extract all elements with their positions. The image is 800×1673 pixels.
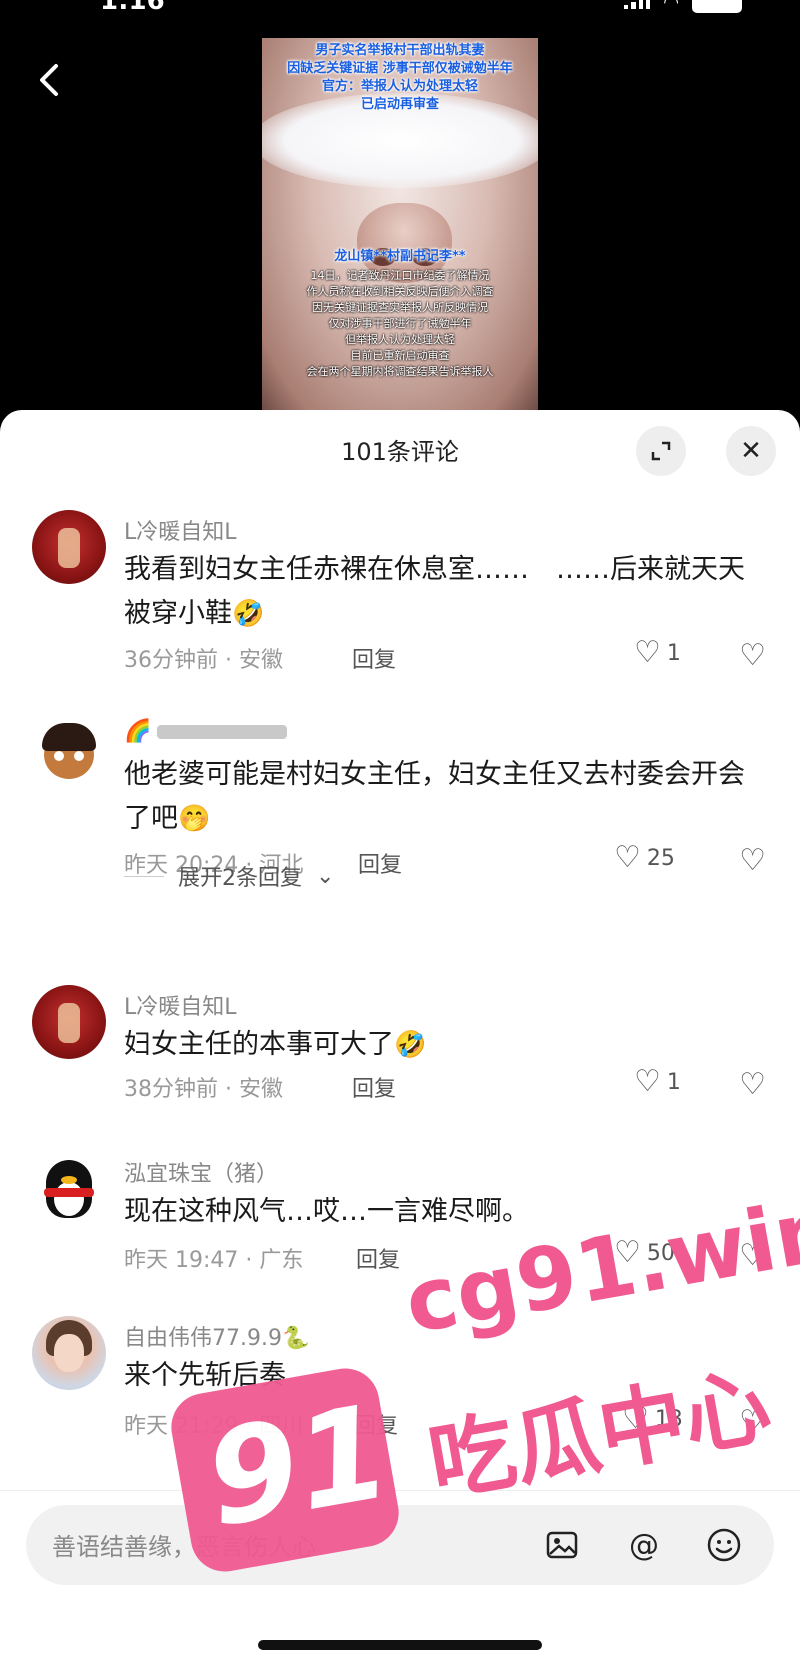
reply-button[interactable]: 回复 bbox=[358, 847, 402, 879]
heart-icon: ♡ bbox=[614, 840, 641, 875]
comment-text-content: 妇女主任的本事可大了 bbox=[124, 1029, 394, 1060]
comment-input-bar[interactable]: 善语结善缘，恶言伤人心 @ bbox=[26, 1505, 774, 1585]
video-body-1: 14日，记者致丹江口市纪委了解情况 bbox=[310, 269, 490, 282]
comment-text: 妇女主任的本事可大了🤣 bbox=[124, 1023, 754, 1067]
video-body-5: 但举报人认为处理太轻 bbox=[345, 333, 455, 346]
video-name-label: 龙山镇**村副书记李** bbox=[334, 249, 466, 264]
broken-heart-icon: ♡ bbox=[739, 843, 766, 878]
video-body-4: 仅对涉事干部进行了诫勉半年 bbox=[328, 317, 472, 330]
video-caption-4: 已启动再审查 bbox=[360, 97, 439, 112]
close-button[interactable]: ✕ bbox=[726, 426, 776, 476]
comment-username[interactable]: L冷暖自知L bbox=[124, 989, 237, 1021]
comment-meta: 38分钟前 · 安徽 bbox=[124, 1077, 283, 1102]
status-time: 1:16 bbox=[100, 0, 165, 16]
emoji-icon: 🤣 bbox=[394, 1030, 427, 1060]
comment-meta: 36分钟前 · 安徽 bbox=[124, 648, 283, 673]
video-caption-3: 官方：举报人认为处理太轻 bbox=[321, 79, 478, 94]
video-body-2: 作人员称在收到相关反映后便介入调查 bbox=[306, 285, 494, 298]
reply-button[interactable]: 回复 bbox=[356, 1242, 400, 1274]
emoji-icon: 🤣 bbox=[232, 599, 265, 629]
comment-text: 我看到妇女主任赤裸在休息室…… ……后来就天天被穿小鞋🤣 bbox=[124, 548, 754, 636]
like-count: 25 bbox=[646, 845, 675, 871]
chevron-left-icon bbox=[40, 64, 58, 96]
smiley-icon bbox=[707, 1528, 741, 1562]
watermark-logo: 91 bbox=[165, 1363, 405, 1577]
input-divider bbox=[0, 1490, 800, 1491]
comment-username[interactable]: L冷暖自知L bbox=[124, 514, 237, 546]
at-icon: @ bbox=[629, 1527, 659, 1563]
emoji-icon: 🤭 bbox=[178, 804, 211, 834]
wifi-icon: ◠ bbox=[664, 0, 678, 13]
dislike-button[interactable]: ♡ bbox=[739, 1067, 766, 1102]
divider-line bbox=[124, 875, 164, 877]
comment-text-content: 他老婆可能是村妇女主任，妇女主任又去村委会开会了吧 bbox=[124, 759, 745, 834]
emoji-button[interactable] bbox=[702, 1523, 746, 1567]
redacted-name bbox=[157, 725, 288, 739]
close-icon: ✕ bbox=[740, 436, 762, 466]
avatar[interactable] bbox=[32, 1316, 106, 1390]
home-indicator[interactable] bbox=[258, 1640, 542, 1650]
broken-heart-icon: ♡ bbox=[739, 638, 766, 673]
expand-button[interactable] bbox=[636, 426, 686, 476]
avatar[interactable] bbox=[32, 1152, 106, 1226]
status-bar: 1:16 ◠ bbox=[0, 0, 800, 20]
video-body-6: 目前已重新启动审查 bbox=[350, 349, 450, 362]
dislike-button[interactable]: ♡ bbox=[739, 638, 766, 673]
image-button[interactable] bbox=[540, 1523, 584, 1567]
reply-button[interactable]: 回复 bbox=[352, 1071, 396, 1103]
expand-replies-label: 展开2条回复 bbox=[178, 866, 302, 891]
status-icons: ◠ bbox=[624, 0, 742, 13]
comment-username[interactable]: 泓宜珠宝（猪） bbox=[124, 1156, 278, 1188]
expand-icon bbox=[651, 441, 671, 461]
heart-icon: ♡ bbox=[634, 1064, 661, 1099]
like-button[interactable]: ♡ 25 bbox=[614, 843, 675, 873]
like-button[interactable]: ♡ 1 bbox=[634, 1067, 681, 1097]
comment-username[interactable]: 🌈 bbox=[124, 719, 288, 744]
video-body-7: 会在两个星期内将调查结果告诉举报人 bbox=[306, 365, 494, 378]
video-player[interactable]: 男子实名举报村干部出轨其妻 因缺乏关键证据 涉事干部仅被诫勉半年 官方：举报人认… bbox=[262, 38, 538, 410]
video-caption-2: 因缺乏关键证据 涉事干部仅被诫勉半年 bbox=[287, 61, 513, 76]
heart-icon: ♡ bbox=[634, 635, 661, 670]
back-button[interactable] bbox=[30, 60, 70, 100]
chevron-down-icon: ⌄ bbox=[316, 863, 335, 889]
avatar[interactable] bbox=[32, 715, 106, 789]
like-button[interactable]: ♡ 1 bbox=[634, 638, 681, 668]
image-icon bbox=[546, 1531, 578, 1559]
video-body-3: 因无关键证据查实举报人所反映情况 bbox=[312, 301, 488, 314]
comment-username-text: 🌈 bbox=[124, 719, 152, 744]
watermark-badge-text: 91 bbox=[195, 1375, 401, 1557]
video-caption-1: 男子实名举报村干部出轨其妻 bbox=[315, 43, 485, 58]
broken-heart-icon: ♡ bbox=[739, 1067, 766, 1102]
comment-text-content: 我看到妇女主任赤裸在休息室…… ……后来就天天被穿小鞋 bbox=[124, 554, 745, 629]
battery-icon bbox=[692, 0, 742, 13]
signal-icon bbox=[624, 0, 651, 9]
like-count: 1 bbox=[666, 1069, 681, 1095]
comment-text: 他老婆可能是村妇女主任，妇女主任又去村委会开会了吧🤭 bbox=[124, 753, 754, 841]
mention-button[interactable]: @ bbox=[622, 1523, 666, 1567]
comment-meta: 昨天 19:47 · 广东 bbox=[124, 1248, 304, 1273]
like-count: 1 bbox=[666, 640, 681, 666]
avatar[interactable] bbox=[32, 510, 106, 584]
reply-button[interactable]: 回复 bbox=[352, 642, 396, 674]
dislike-button[interactable]: ♡ bbox=[739, 843, 766, 878]
expand-replies-button[interactable]: 展开2条回复 ⌄ bbox=[124, 860, 334, 892]
comment-username[interactable]: 自由伟伟77.9.9🐍 bbox=[124, 1320, 309, 1352]
avatar[interactable] bbox=[32, 985, 106, 1059]
